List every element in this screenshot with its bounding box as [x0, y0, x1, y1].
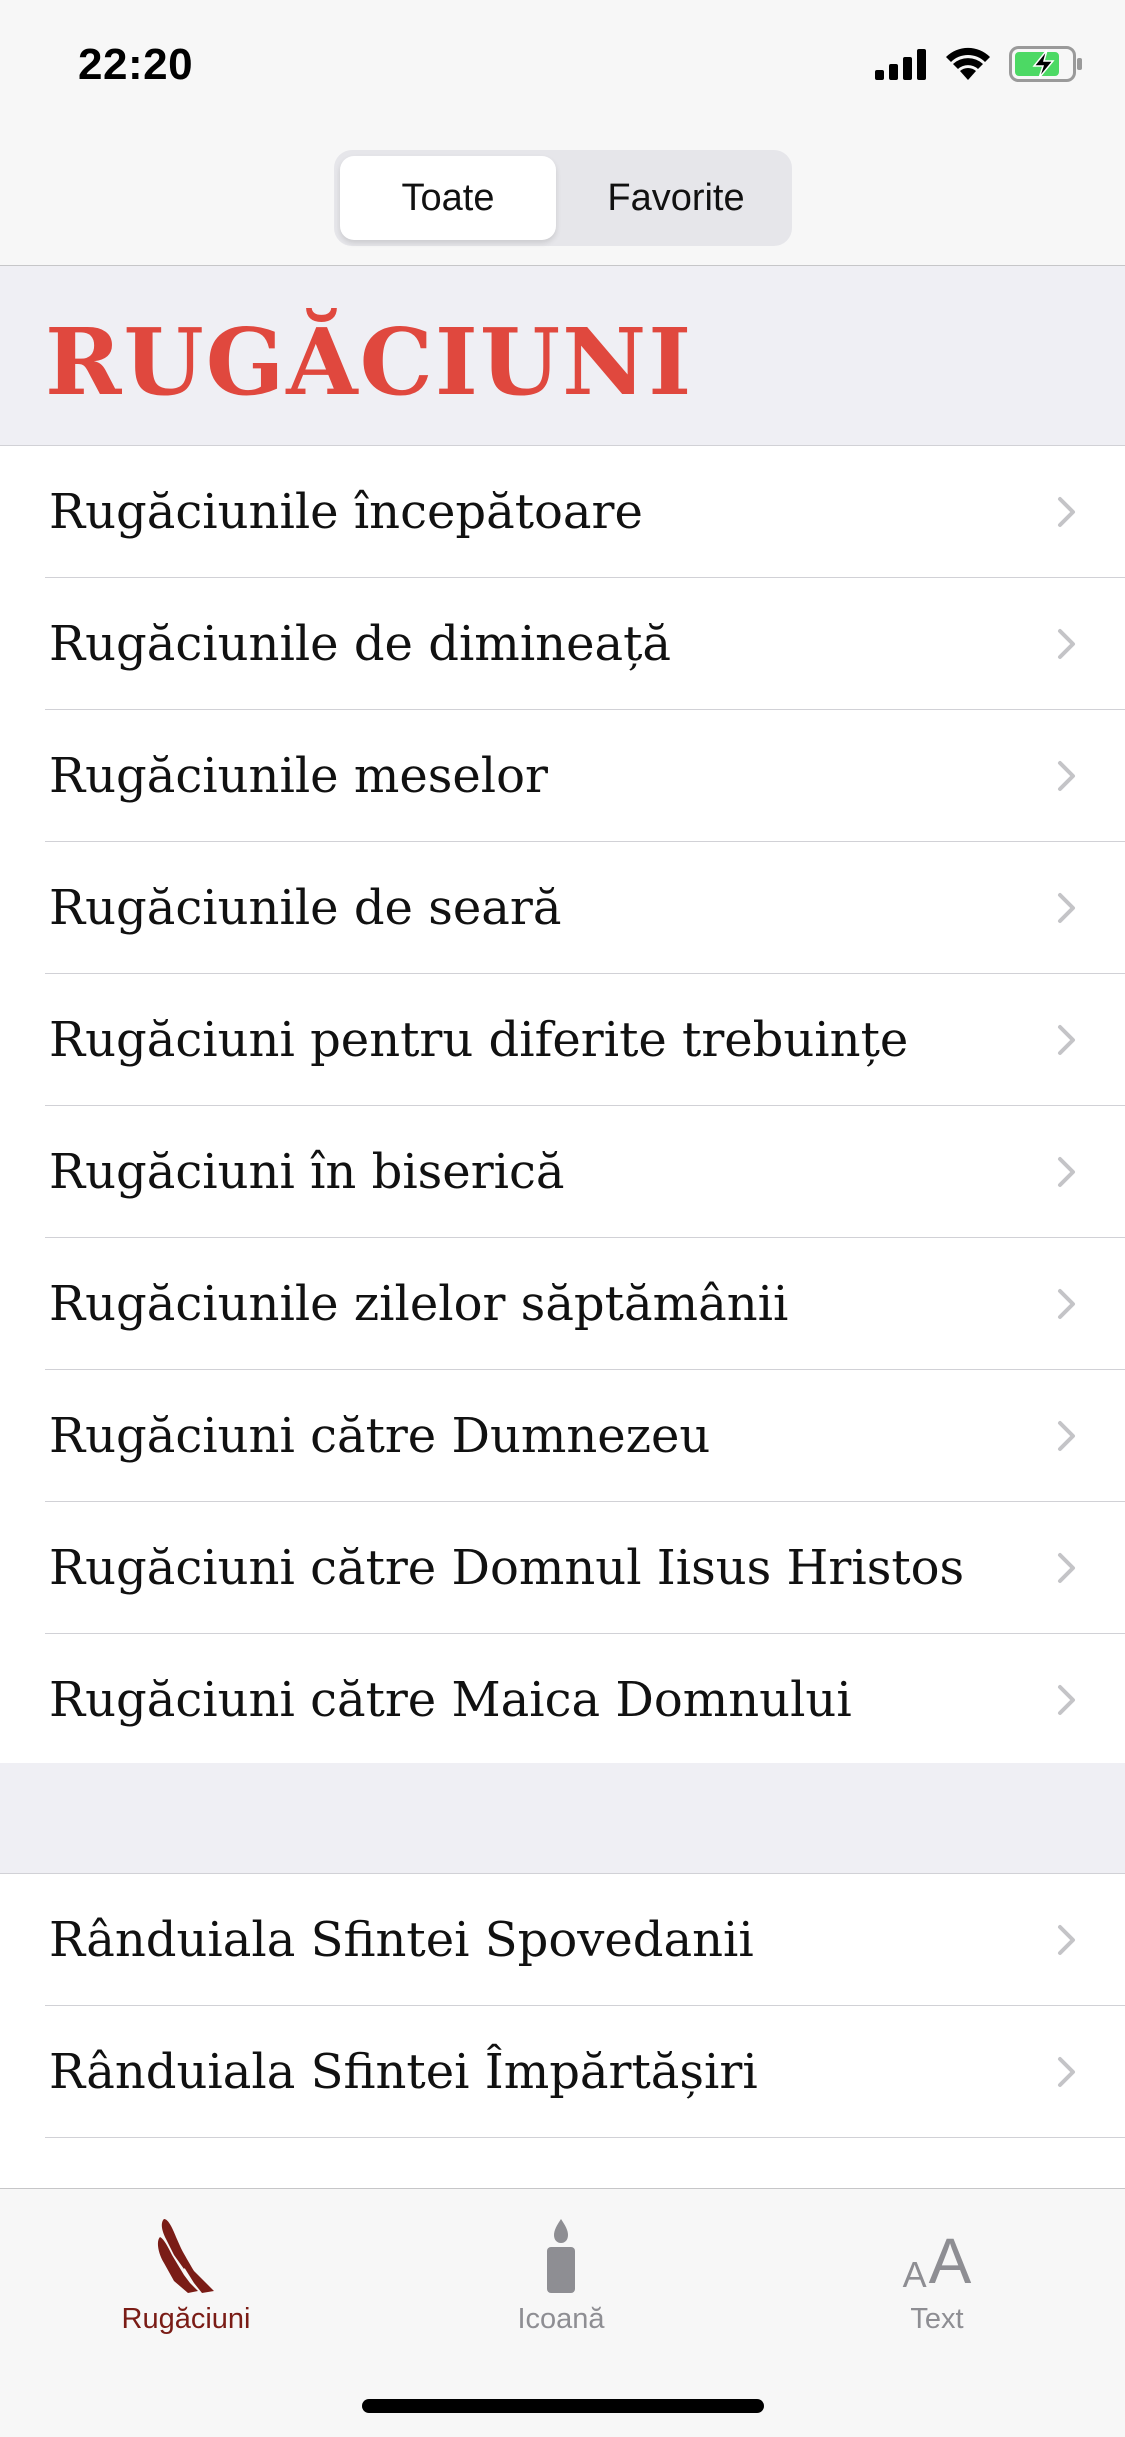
chevron-right-icon [1058, 1553, 1075, 1583]
list-item[interactable]: Rânduiala Sfintei Spovedanii [0, 1874, 1125, 2006]
wifi-icon [946, 47, 990, 80]
list-item-label: Rugăciuni către Maica Domnului [49, 1672, 852, 1728]
tab-icoana[interactable]: Icoană [441, 2209, 681, 2349]
prayer-list: Rugăciunile începătoare Rugăciunile de d… [0, 445, 1125, 1766]
list-item[interactable]: Rugăciunile meselor [0, 710, 1125, 842]
status-icons [875, 46, 1083, 82]
list-item-label: Rugăciuni în biserică [49, 1144, 565, 1200]
tab-label: Rugăciuni [121, 2303, 251, 2335]
nav-header: Toate Favorite [0, 140, 1125, 266]
segment-toate[interactable]: Toate [340, 156, 556, 240]
candle-icon [541, 2209, 581, 2293]
chevron-right-icon [1058, 1289, 1075, 1319]
list-item-label: Rugăciuni pentru diferite trebuințe [49, 1012, 909, 1068]
list-item[interactable]: Rugăciunile de dimineață [0, 578, 1125, 710]
list-item[interactable]: Rugăciuni către Dumnezeu [0, 1370, 1125, 1502]
list-item-label: Rugăciunile de dimineață [49, 616, 672, 672]
battery-charging-icon [1009, 46, 1082, 82]
list-item-label: Rânduiala Sfintei Împărtășiri [49, 2044, 758, 2100]
text-size-icon: A A [903, 2209, 972, 2293]
list-item-label: Rugăciunile de seară [49, 880, 562, 936]
segment-favorite[interactable]: Favorite [568, 156, 784, 240]
chevron-right-icon [1058, 761, 1075, 791]
status-bar: 22:20 [0, 0, 1125, 140]
tab-text[interactable]: A A Text [817, 2209, 1057, 2349]
section-separator [0, 1763, 1125, 1873]
praying-hands-icon [154, 2209, 218, 2293]
section-title: RUGĂCIUNI [45, 308, 694, 416]
list-item[interactable]: Rugăciuni pentru diferite trebuințe [0, 974, 1125, 1106]
chevron-right-icon [1058, 1925, 1075, 1955]
text-size-small-glyph: A [902, 2254, 927, 2295]
segmented-control: Toate Favorite [334, 150, 792, 246]
chevron-right-icon [1058, 629, 1075, 659]
list-item[interactable]: Rugăciunile zilelor săptămânii [0, 1238, 1125, 1370]
list-item[interactable]: Rugăciunile de seară [0, 842, 1125, 974]
chevron-right-icon [1058, 1685, 1075, 1715]
list-item-label: Rânduiala Sfintei Spovedanii [49, 1912, 754, 1968]
home-indicator [362, 2399, 764, 2413]
chevron-right-icon [1058, 2057, 1075, 2087]
tab-label: Text [910, 2303, 964, 2335]
list-item-label: Rugăciuni către Dumnezeu [49, 1408, 711, 1464]
chevron-right-icon [1058, 893, 1075, 923]
list-item-label: Rugăciunile începătoare [49, 484, 643, 540]
list-item[interactable]: Rugăciunile începătoare [0, 446, 1125, 578]
tab-bar: Rugăciuni Icoană A A Text [0, 2188, 1125, 2437]
tab-rugaciuni[interactable]: Rugăciuni [66, 2209, 306, 2349]
text-size-large-glyph: A [928, 2225, 972, 2297]
chevron-right-icon [1058, 1025, 1075, 1055]
chevron-right-icon [1058, 1421, 1075, 1451]
chevron-right-icon [1058, 1157, 1075, 1187]
list-item-label: Rugăciuni către Domnul Iisus Hristos [49, 1540, 965, 1596]
list-item-label: Rugăciunile zilelor săptămânii [49, 1276, 789, 1332]
list-item[interactable]: Rugăciuni către Maica Domnului [0, 1634, 1125, 1766]
list-item-label: Rugăciunile meselor [49, 748, 548, 804]
section-header: RUGĂCIUNI [0, 266, 1125, 445]
cellular-signal-icon [875, 49, 926, 80]
status-time: 22:20 [78, 40, 194, 89]
list-item[interactable]: Rânduiala Sfintei Împărtășiri [0, 2006, 1125, 2138]
chevron-right-icon [1058, 497, 1075, 527]
list-item[interactable]: Rugăciuni către Domnul Iisus Hristos [0, 1502, 1125, 1634]
list-item[interactable]: Rugăciuni în biserică [0, 1106, 1125, 1238]
tab-label: Icoană [517, 2303, 605, 2335]
